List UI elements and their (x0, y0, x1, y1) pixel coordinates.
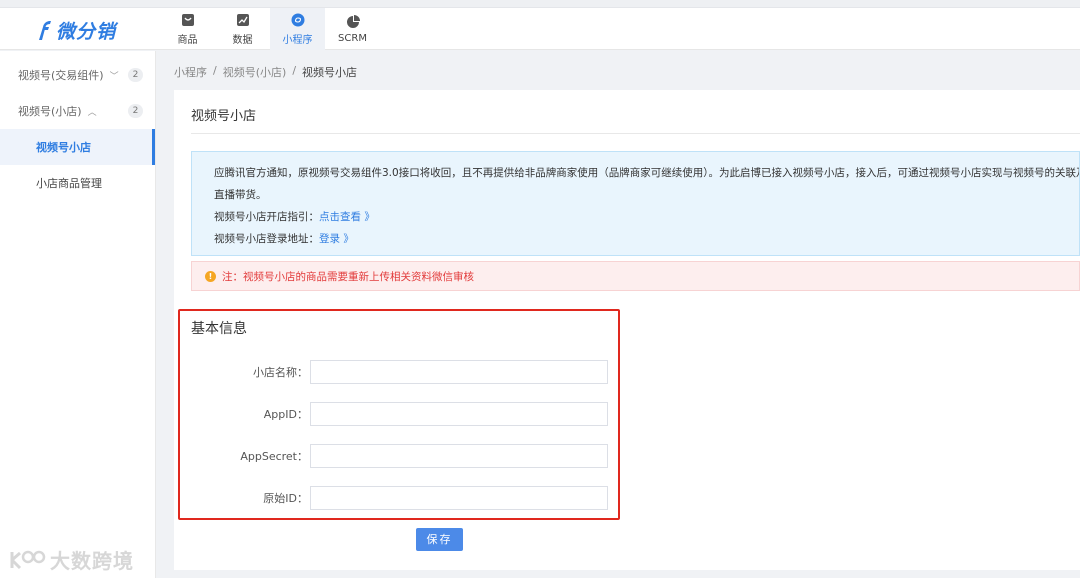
field-label: AppID： (263, 408, 308, 421)
sidebar-group-label: 视频号(小店) (18, 105, 82, 118)
breadcrumb-separator: / (292, 64, 297, 77)
warning-alert: ! 注：视频号小店的商品需要重新上传相关资料微信审核 (191, 261, 1080, 291)
logo-text: 微分销 (56, 20, 117, 43)
shop-name-input[interactable] (310, 360, 608, 384)
save-button[interactable]: 保存 (416, 528, 463, 551)
warning-icon: ! (205, 270, 216, 282)
form-row-appsecret: AppSecret： (214, 444, 608, 468)
divider (191, 133, 1080, 134)
breadcrumb-item[interactable]: 视频号(小店) (223, 64, 287, 80)
sidebar-group-channels-trade[interactable]: 视频号(交易组件) ﹀ 2 (0, 57, 155, 93)
sidebar-item-shop-products[interactable]: 小店商品管理 (0, 165, 155, 201)
appsecret-input[interactable] (310, 444, 608, 468)
appid-input[interactable] (310, 402, 608, 426)
breadcrumb-current: 视频号小店 (302, 66, 358, 79)
nav-label: 数据 (232, 34, 253, 46)
count-badge: 2 (128, 104, 143, 118)
sidebar: 视频号(交易组件) ﹀ 2 视频号(小店) ︿ 2 视频号小店 小店商品管理 (0, 51, 156, 578)
nav-label: 小程序 (282, 34, 313, 46)
logo-icon (39, 21, 51, 40)
watermark-text: 大数跨境 (50, 549, 134, 573)
browser-top-strip (0, 0, 1080, 8)
form-row-appid: AppID： (214, 402, 608, 426)
count-badge: 2 (128, 68, 143, 82)
login-link[interactable]: 登录 》 (319, 233, 354, 245)
guide-label: 视频号小店开店指引： (214, 211, 319, 223)
breadcrumb-separator: / (213, 64, 217, 77)
notice-login-row: 视频号小店登录地址：登录 》 (214, 228, 1079, 250)
sidebar-group-channels-shop[interactable]: 视频号(小店) ︿ 2 (0, 93, 155, 129)
nav-item-data[interactable]: 数据 (215, 8, 270, 50)
breadcrumb: 小程序 / 视频号(小店) / 视频号小店 (174, 64, 357, 80)
pie-chart-icon (346, 14, 360, 28)
main-panel: 视频号小店 应腾讯官方通知，原视频号交易组件3.0接口将收回，且不再提供给非品牌… (174, 90, 1080, 570)
product-icon (181, 13, 194, 26)
section-title: 基本信息 (191, 321, 247, 337)
nav-label: 商品 (177, 34, 198, 46)
field-label: AppSecret： (240, 450, 308, 463)
guide-link[interactable]: 点击查看 》 (319, 211, 375, 223)
chart-icon (236, 13, 249, 26)
form-row-shop-name: 小店名称： (214, 360, 608, 384)
nav-item-product[interactable]: 商品 (160, 8, 215, 50)
field-label: 原始ID： (263, 492, 308, 505)
breadcrumb-item[interactable]: 小程序 (174, 64, 207, 80)
notice-guide-row: 视频号小店开店指引：点击查看 》 (214, 206, 1079, 228)
original-id-input[interactable] (310, 486, 608, 510)
chevron-up-icon: ︿ (87, 107, 97, 118)
top-navbar: 微分销 商品 数据 小程序 SCRM (0, 8, 1080, 50)
app-logo[interactable]: 微分销 (36, 18, 117, 43)
nav-label: SCRM (338, 32, 367, 44)
form-row-original-id: 原始ID： (214, 486, 608, 510)
login-label: 视频号小店登录地址： (214, 233, 319, 245)
chevron-down-icon: ﹀ (109, 71, 119, 82)
sidebar-item-channels-shop[interactable]: 视频号小店 (0, 129, 155, 165)
main-nav: 商品 数据 小程序 SCRM (160, 8, 380, 50)
notice-text: 直播带货。 (214, 189, 267, 201)
notice-text: 应腾讯官方通知，原视频号交易组件3.0接口将收回，且不再提供给非品牌商家使用（品… (214, 167, 1080, 179)
field-label: 小店名称： (253, 366, 308, 379)
info-notice: 应腾讯官方通知，原视频号交易组件3.0接口将收回，且不再提供给非品牌商家使用（品… (191, 151, 1080, 256)
watermark-logo-icon (10, 550, 46, 569)
nav-item-mini-program[interactable]: 小程序 (270, 8, 325, 50)
page-title: 视频号小店 (191, 109, 257, 124)
warning-text: 注：视频号小店的商品需要重新上传相关资料微信审核 (222, 270, 474, 283)
mini-program-icon (291, 13, 304, 26)
watermark: 大数跨境 (8, 545, 134, 574)
nav-item-scrm[interactable]: SCRM (325, 8, 380, 50)
sidebar-group-label: 视频号(交易组件) (18, 69, 104, 82)
